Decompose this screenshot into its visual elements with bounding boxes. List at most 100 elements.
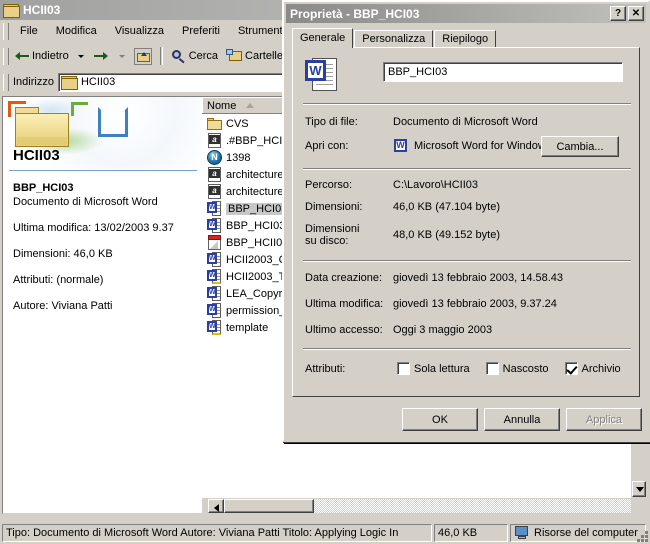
back-arrow-icon [15,50,30,62]
ultima-modifica-label: Ultima modifica: [305,298,384,310]
folder-icon [207,116,223,132]
apri-con-value: Microsoft Word for Window [414,140,546,152]
resize-grip[interactable] [635,529,649,543]
folders-icon [226,49,243,63]
up-folder-icon [133,47,152,65]
list-item-label: BBP_HCI03 [226,202,290,215]
dialog-title: Proprietà - BBP_HCI03 [290,6,420,21]
divider-1 [303,103,631,105]
info-divider [9,170,197,171]
tab-generale[interactable]: Generale [292,28,354,48]
menu-preferiti[interactable]: Preferiti [173,23,229,39]
back-button[interactable]: Indietro [11,45,73,67]
cambia-button[interactable]: Cambia... [541,136,619,157]
word-icon: W [207,217,223,234]
sort-ascending-icon [246,103,255,108]
percorso-label: Percorso: [305,179,353,191]
list-item-label: HCII2003_T [226,270,286,283]
checkbox-sola-lettura[interactable] [397,362,410,375]
word-document-icon: W [305,58,339,92]
search-button[interactable]: Cerca [167,45,222,67]
folders-button-label: Cartelle [245,50,283,62]
apply-button: Applica [566,408,642,431]
data-creazione-value: giovedì 13 febbraio 2003, 14.58.43 [393,272,564,284]
close-icon[interactable]: ✕ [628,6,644,21]
tipo-file-label: Tipo di file: [305,116,358,128]
scroll-down-button[interactable] [632,481,646,497]
up-button[interactable] [130,45,156,67]
attribute-archivio-label: Archivio [581,362,621,375]
info-filename: BBP_HCI03 [13,182,74,194]
info-size: Dimensioni: 46,0 KB [13,248,113,260]
list-item-label: HCII2003_C [226,253,287,266]
tab-personalizza[interactable]: Personalizza [354,30,434,48]
info-pane: HCII03 BBP_HCI03 Documento di Microsoft … [3,97,202,513]
data-creazione-label: Data creazione: [305,272,383,284]
menu-file[interactable]: File [11,23,47,39]
divider-4 [303,348,631,350]
word-icon: W [207,251,223,268]
divider-3 [303,260,631,262]
attribute-archivio[interactable]: Archivio [561,362,621,375]
large-folder-icon [15,107,71,151]
scroll-left-button[interactable] [208,499,224,513]
explorer-title: HCII03 [23,3,61,17]
ok-button[interactable]: OK [402,408,478,431]
word-icon: W [207,285,223,302]
info-filetype: Documento di Microsoft Word [13,196,158,208]
divider-2 [303,168,631,170]
dimensioni-value: 46,0 KB (47.104 byte) [393,201,501,213]
ultima-modifica-value: giovedì 13 febbraio 2003, 9.37.24 [393,298,557,310]
properties-dialog: Proprietà - BBP_HCI03 ? ✕ Generale Perso… [282,0,650,442]
status-zone: Risorse del computer [510,524,646,542]
script-icon: a [207,132,223,149]
status-zone-label: Risorse del computer [534,527,638,539]
forward-dropdown-icon[interactable] [118,54,125,58]
attribute-nascosto[interactable]: Nascosto [482,362,549,375]
filename-input[interactable]: BBP_HCI03 [383,62,623,82]
addressbar-grip[interactable] [3,73,9,91]
row-data-creazione: Data creazione: giovedì 13 febbraio 2003… [305,272,635,284]
horizontal-scrollbar[interactable] [202,497,647,513]
attribute-sola-lettura[interactable]: Sola lettura [393,362,470,375]
folders-button[interactable]: Cartelle [222,45,287,67]
checkbox-archivio[interactable] [564,362,578,375]
word-icon: W [207,302,223,319]
forward-arrow-icon [93,50,108,62]
menubar-grip[interactable] [3,22,9,40]
dimensioni-disco-label-line1: Dimensioni [305,223,360,235]
row-dimensioni: Dimensioni: 46,0 KB (47.104 byte) [305,201,635,213]
help-button[interactable]: ? [610,6,626,21]
row-tipo-file: Tipo di file: Documento di Microsoft Wor… [305,116,635,128]
status-bar: Tipo: Documento di Microsoft Word Autore… [0,522,650,544]
search-icon [171,49,187,64]
folder-icon [3,3,20,18]
toolbar-grip[interactable] [3,47,9,65]
status-info: Tipo: Documento di Microsoft Word Autore… [2,524,432,542]
list-item-label: architecture [226,168,284,181]
hscroll-track[interactable] [314,499,634,513]
tab-page-generale: W BBP_HCI03 Tipo di file: Documento di M… [292,47,640,397]
dialog-titlebar[interactable]: Proprietà - BBP_HCI03 ? ✕ [286,4,646,23]
hscroll-thumb[interactable] [224,499,314,513]
forward-button[interactable] [89,45,114,67]
row-attributi: Attributi: Sola lettura Nascosto Archivi… [305,362,635,375]
checkbox-nascosto[interactable] [485,362,499,375]
my-computer-icon [514,526,530,540]
cancel-button[interactable]: Annulla [484,408,560,431]
menu-modifica[interactable]: Modifica [47,23,106,39]
menu-visualizza[interactable]: Visualizza [106,23,173,39]
word-icon: W [207,319,223,336]
list-item-label: BBP_HCII03 [226,236,289,249]
list-item-label: 1398 [226,151,251,164]
back-dropdown-icon[interactable] [77,54,84,58]
toolbar-separator [159,47,163,65]
info-banner-title: HCII03 [13,147,60,164]
tipo-file-value: Documento di Microsoft Word [393,116,538,128]
list-item-label: permission_ [226,304,286,317]
info-details: BBP_HCI03 Documento di Microsoft Word Ul… [13,181,198,313]
address-folder-icon [60,75,78,90]
globe-icon: N [207,149,223,166]
tab-riepilogo[interactable]: Riepilogo [434,30,497,48]
list-item-label: template [226,321,269,334]
